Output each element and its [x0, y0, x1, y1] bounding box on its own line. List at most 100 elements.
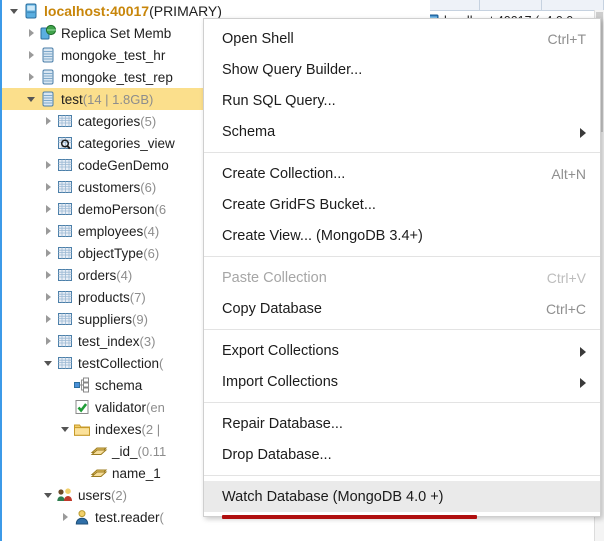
index-icon	[90, 464, 108, 482]
chevron-right-icon[interactable]	[25, 44, 39, 66]
menu-item-create-collection[interactable]: Create Collection... Alt+N	[204, 158, 600, 189]
menu-item-label: Export Collections	[222, 342, 339, 359]
menu-separator	[204, 402, 600, 403]
collection-icon	[56, 200, 74, 218]
tree-item-label: codeGenDemo	[78, 157, 169, 173]
tree-item-label: test.reader	[95, 509, 160, 525]
chevron-right-icon[interactable]	[42, 176, 56, 198]
folder-icon	[73, 420, 91, 438]
tree-item-suffix: (4)	[116, 267, 133, 283]
menu-item-show-query-builder[interactable]: Show Query Builder...	[204, 54, 600, 85]
users-icon	[56, 486, 74, 504]
database-icon	[39, 46, 57, 64]
menu-separator	[204, 152, 600, 153]
menu-item-run-sql-query[interactable]: Run SQL Query...	[204, 85, 600, 116]
tree-item-suffix: (en	[146, 399, 165, 415]
chevron-right-icon[interactable]	[42, 264, 56, 286]
tree-item-label: test	[61, 91, 83, 107]
menu-item-label: Drop Database...	[222, 446, 332, 463]
annotation-underline	[222, 515, 477, 519]
tree-item-label: Replica Set Memb	[61, 25, 172, 41]
menu-item-label: Watch Database (MongoDB 4.0 +)	[222, 488, 444, 505]
chevron-right-icon[interactable]	[42, 220, 56, 242]
chevron-right-icon[interactable]	[59, 506, 73, 528]
chevron-right-icon[interactable]	[42, 154, 56, 176]
menu-item-export-collections[interactable]: Export Collections	[204, 335, 600, 366]
chevron-right-icon[interactable]	[42, 330, 56, 352]
chevron-right-icon[interactable]	[42, 308, 56, 330]
menu-item-create-gridfs-bucket[interactable]: Create GridFS Bucket...	[204, 189, 600, 220]
menu-item-label: Repair Database...	[222, 415, 343, 432]
database-context-menu[interactable]: Open Shell Ctrl+T Show Query Builder... Run…	[203, 18, 601, 517]
tree-item-label: name_1	[112, 465, 161, 481]
menu-item-label: Create View... (MongoDB 3.4+)	[222, 227, 423, 244]
chevron-right-icon[interactable]	[42, 198, 56, 220]
database-icon	[39, 90, 57, 108]
results-tab[interactable]	[480, 0, 542, 10]
validator-icon	[73, 398, 91, 416]
chevron-down-icon[interactable]	[8, 0, 22, 22]
tree-item-label: localhost:40017	[44, 3, 150, 19]
chevron-right-icon[interactable]	[42, 286, 56, 308]
tree-item-label: mongoke_test_rep	[61, 69, 173, 85]
menu-item-shortcut: Alt+N	[551, 165, 586, 182]
menu-item-shortcut: Ctrl+C	[545, 300, 586, 317]
application-window: localhost:40017 (v4.0.0 0eeD-tlabb local…	[0, 0, 604, 541]
menu-item-copy-database[interactable]: Copy Database Ctrl+C	[204, 293, 600, 324]
chevron-right-icon[interactable]	[42, 242, 56, 264]
menu-separator	[204, 475, 600, 476]
menu-item-drop-database[interactable]: Drop Database...	[204, 439, 600, 470]
tree-item-label: categories_view	[78, 135, 175, 151]
menu-item-label: Open Shell	[222, 30, 294, 47]
chevron-down-icon[interactable]	[59, 418, 73, 440]
tree-item-label: validator	[95, 399, 147, 415]
menu-item-label: Import Collections	[222, 373, 339, 390]
menu-item-repair-database[interactable]: Repair Database...	[204, 408, 600, 439]
chevron-right-icon[interactable]	[25, 22, 39, 44]
replica-set-icon	[39, 24, 57, 42]
tree-item-suffix: (6)	[143, 245, 160, 261]
tree-item-label: demoPerson	[78, 201, 155, 217]
tree-item-label: test_index	[78, 333, 140, 349]
menu-item-label: Copy Database	[222, 300, 322, 317]
menu-separator	[204, 256, 600, 257]
menu-item-open-shell[interactable]: Open Shell Ctrl+T	[204, 23, 600, 54]
tree-item-suffix: (	[159, 509, 164, 525]
tree-item-suffix: (	[159, 355, 164, 371]
chevron-right-icon[interactable]	[25, 66, 39, 88]
menu-item-create-view-mongodb-3-4[interactable]: Create View... (MongoDB 3.4+)	[204, 220, 600, 251]
database-icon	[39, 68, 57, 86]
chevron-down-icon[interactable]	[42, 484, 56, 506]
collection-icon	[56, 244, 74, 262]
collection-icon	[56, 178, 74, 196]
chevron-down-icon[interactable]	[42, 352, 56, 374]
tree-item-suffix: (PRIMARY)	[149, 3, 222, 19]
menu-item-label: Create GridFS Bucket...	[222, 196, 376, 213]
menu-item-schema[interactable]: Schema	[204, 116, 600, 147]
menu-item-import-collections[interactable]: Import Collections	[204, 366, 600, 397]
view-icon	[56, 134, 74, 152]
chevron-down-icon[interactable]	[25, 88, 39, 110]
tree-item-suffix: (6	[154, 201, 167, 217]
menu-item-watch-database-mongodb-4-0[interactable]: Watch Database (MongoDB 4.0 +)	[204, 481, 600, 512]
results-tab[interactable]	[542, 0, 604, 10]
tree-item-suffix: (7)	[129, 289, 146, 305]
schema-icon	[73, 376, 91, 394]
collection-icon	[56, 156, 74, 174]
chevron-right-icon[interactable]	[42, 110, 56, 132]
menu-item-label: Run SQL Query...	[222, 92, 336, 109]
results-tab-strip[interactable]	[418, 0, 604, 11]
collection-icon	[56, 310, 74, 328]
tree-item-suffix: (0.11	[137, 443, 167, 459]
menu-item-label: Show Query Builder...	[222, 61, 363, 78]
tree-item-label: products	[78, 289, 130, 305]
tree-item-label: employees	[78, 223, 144, 239]
tree-item-suffix: (6)	[140, 179, 157, 195]
tree-item-label: objectType	[78, 245, 144, 261]
tree-item-label: _id_	[112, 443, 138, 459]
tree-item-label: indexes	[95, 421, 142, 437]
collection-icon	[56, 222, 74, 240]
